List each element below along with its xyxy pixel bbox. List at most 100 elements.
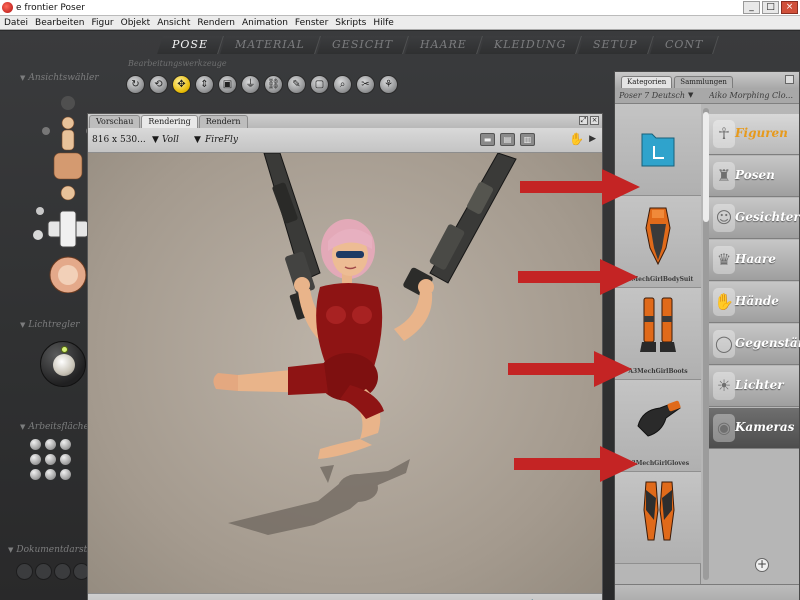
room-tab-material[interactable]: MATERIAL — [220, 36, 321, 54]
menu-datei[interactable]: Datei — [4, 18, 28, 28]
display-style-button[interactable] — [54, 563, 71, 580]
tab-rendering[interactable]: Rendering — [141, 115, 198, 128]
maximize-button[interactable]: □ — [762, 1, 779, 14]
minimize-button[interactable]: _ — [743, 1, 760, 14]
memory-dot[interactable] — [30, 454, 41, 465]
color-icon[interactable]: ✎ — [287, 75, 306, 94]
menu-hilfe[interactable]: Hilfe — [373, 18, 393, 28]
room-tabs: POSE MATERIAL GESICHT HAARE KLEIDUNG SET… — [157, 36, 720, 54]
room-tab-kleidung[interactable]: KLEIDUNG — [478, 36, 583, 54]
workspace-controls-text: Arbeitsfläche — [28, 422, 89, 432]
workspace-controls-label[interactable]: ▼ Arbeitsfläche — [20, 422, 89, 432]
category-poses[interactable]: ♜ Posen — [709, 156, 799, 197]
grouping-icon[interactable]: ▢ — [310, 75, 329, 94]
library-item-leggings[interactable] — [615, 472, 701, 564]
scale-icon[interactable]: ▣ — [218, 75, 237, 94]
display-style-button[interactable] — [35, 563, 52, 580]
category-hair[interactable]: ♛ Haare — [709, 240, 799, 281]
trash-icon[interactable]: ▬ — [480, 133, 495, 146]
light-controls-label[interactable]: ▼ Lichtregler — [20, 320, 80, 330]
category-hands[interactable]: ✋ Hände — [709, 282, 799, 323]
room-tab-setup[interactable]: SETUP — [578, 36, 654, 54]
rotate-icon[interactable]: ↻ — [126, 75, 145, 94]
menu-skripts[interactable]: Skripts — [335, 18, 366, 28]
dropdown-arrow-icon[interactable]: ▼ — [688, 91, 693, 99]
menu-bearbeiten[interactable]: Bearbeiten — [35, 18, 84, 28]
next-arrow-icon[interactable]: ▶ — [589, 134, 596, 144]
render-size-field[interactable]: 816 x 530... — [92, 135, 146, 145]
category-cameras[interactable]: ◉ Kameras — [709, 408, 799, 449]
render-options-bar: 816 x 530... ▼ Voll ▼ FireFly ▬ ▤ ▥ ✋ ▶ — [88, 128, 602, 153]
category-figures[interactable]: ☥ Figuren — [709, 114, 799, 155]
room-tab-pose[interactable]: POSE — [157, 36, 224, 54]
save-render-icon[interactable]: ▥ — [520, 133, 535, 146]
view-magnifier-icon[interactable]: ⌕ — [333, 75, 352, 94]
runtime-select[interactable]: Poser 7 Deutsch — [619, 91, 685, 100]
menu-rendern[interactable]: Rendern — [197, 18, 235, 28]
document-window-controls: ⤢ × — [579, 116, 599, 125]
editing-toolbar: ↻ ⟲ ✥ ⇕ ▣ ⏚ ⛓ ✎ ▢ ⌕ ✂ ⚘ — [126, 75, 398, 94]
menu-animation[interactable]: Animation — [242, 18, 288, 28]
tab-preview[interactable]: Vorschau — [89, 115, 141, 128]
direct-manipulation-icon[interactable]: ⚘ — [379, 75, 398, 94]
annotation-arrow-bodysuit — [520, 169, 640, 205]
room-tab-label: KLEIDUNG — [493, 38, 567, 51]
translate-icon[interactable]: ✥ — [172, 75, 191, 94]
compare-render-icon[interactable]: ▤ — [500, 133, 515, 146]
memory-dot[interactable] — [60, 454, 71, 465]
memory-dot[interactable] — [60, 469, 71, 480]
dropdown-arrow-icon[interactable]: ▼ — [152, 135, 159, 145]
menu-ansicht[interactable]: Ansicht — [157, 18, 190, 28]
room-tab-haare[interactable]: HAARE — [404, 36, 483, 54]
memory-dot[interactable] — [30, 469, 41, 480]
twist-icon[interactable]: ⟲ — [149, 75, 168, 94]
title-bar: e frontier Poser _ □ × — [0, 0, 800, 16]
light-controls-text: Lichtregler — [28, 320, 80, 330]
menu-figur[interactable]: Figur — [91, 18, 113, 28]
render-quality-select[interactable]: Voll — [162, 135, 179, 145]
light-bulb-handle[interactable] — [61, 346, 68, 353]
category-faces[interactable]: ☺ Gesichter — [709, 198, 800, 239]
memory-dot[interactable] — [45, 439, 56, 450]
tab-categories[interactable]: Kategorien — [621, 76, 673, 88]
hand-pan-icon[interactable]: ✋ — [569, 132, 584, 146]
memory-dot[interactable] — [45, 469, 56, 480]
menu-fenster[interactable]: Fenster — [295, 18, 328, 28]
rotate-trackball-icon[interactable] — [49, 256, 87, 293]
display-style-button[interactable] — [16, 563, 33, 580]
taper-icon[interactable]: ⏚ — [241, 75, 260, 94]
room-tab-content[interactable]: CONT — [649, 36, 720, 54]
menu-bar: Datei Bearbeiten Figur Objekt Ansicht Re… — [0, 16, 800, 30]
close-button[interactable]: × — [781, 1, 798, 14]
document-display-label[interactable]: ▼ Dokumentdarst — [8, 545, 87, 555]
library-close-icon[interactable] — [785, 75, 794, 84]
editing-tools-label: Bearbeitungswerkzeuge — [128, 59, 227, 68]
category-props[interactable]: ◯ Gegenstände — [709, 324, 800, 365]
collapse-triangle-icon: ▼ — [20, 423, 26, 431]
chain-break-icon[interactable]: ⛓ — [264, 75, 283, 94]
menu-objekt[interactable]: Objekt — [121, 18, 151, 28]
category-label: Gesichter — [735, 210, 800, 224]
tab-collections[interactable]: Sammlungen — [674, 76, 733, 88]
light-globe-control[interactable] — [40, 341, 86, 387]
body-figure-icon — [53, 116, 83, 201]
room-tab-gesicht[interactable]: GESICHT — [316, 36, 409, 54]
face-camera-icon[interactable] — [61, 96, 75, 110]
hand-icon: ✋ — [713, 288, 735, 316]
close-icon[interactable]: × — [590, 116, 599, 125]
category-lights[interactable]: ☀ Lichter — [709, 366, 799, 407]
library-tabs: Kategorien Sammlungen — [615, 72, 799, 88]
expand-icon[interactable]: ⤢ — [579, 116, 588, 125]
translate-in-out-icon[interactable]: ⇕ — [195, 75, 214, 94]
camera-controls-label[interactable]: ▼ Ansichtswähler — [20, 73, 99, 83]
tab-render[interactable]: Rendern — [198, 115, 248, 128]
dropdown-arrow-icon[interactable]: ▼ — [194, 135, 201, 145]
add-to-library-button[interactable]: + — [755, 558, 769, 572]
morphing-icon[interactable]: ✂ — [356, 75, 375, 94]
folder-select[interactable]: Aiko Morphing Clo... — [709, 91, 797, 100]
memory-dot[interactable] — [60, 439, 71, 450]
render-engine-select[interactable]: FireFly — [205, 135, 238, 145]
memory-dot[interactable] — [45, 454, 56, 465]
document-footer: ◀ ▶ — [88, 593, 602, 600]
memory-dot[interactable] — [30, 439, 41, 450]
